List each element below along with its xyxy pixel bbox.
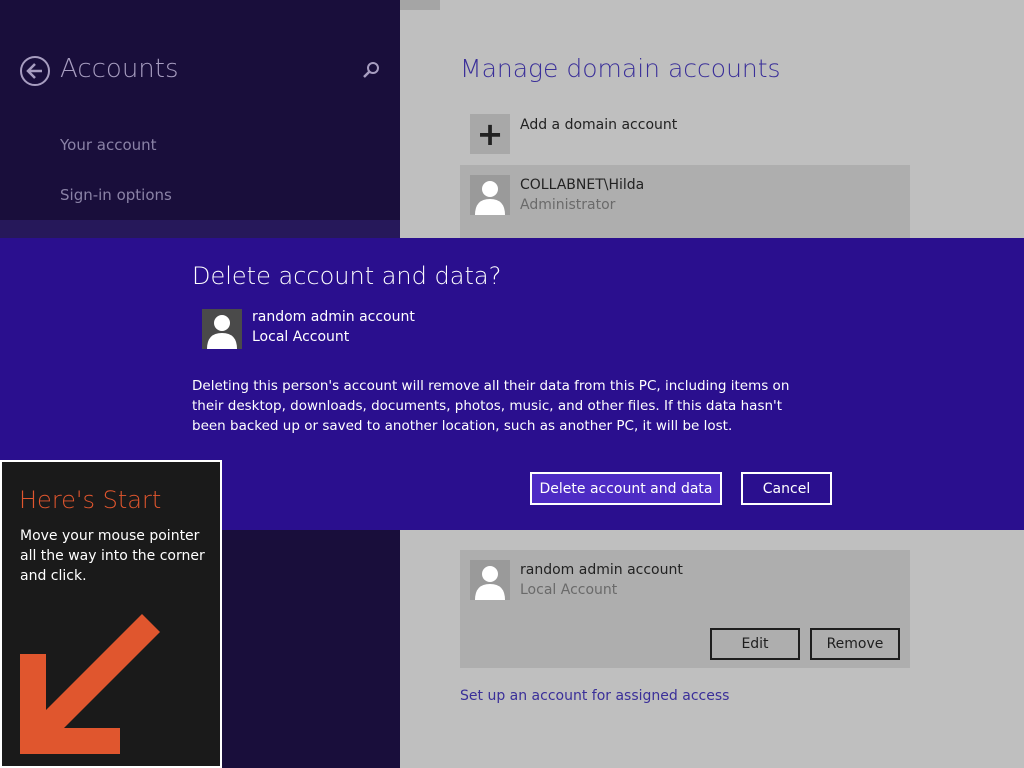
search-button[interactable] [360, 60, 382, 82]
user-avatar-icon [202, 309, 242, 349]
dialog-title: Delete account and data? [192, 262, 502, 290]
add-domain-account-label[interactable]: Add a domain account [520, 117, 677, 133]
back-arrow-icon [26, 63, 42, 79]
account-type: Local Account [520, 582, 618, 598]
remove-button[interactable]: Remove [810, 628, 900, 660]
dialog-account-type: Local Account [252, 329, 350, 345]
user-avatar-icon [470, 175, 510, 215]
tip-title: Here's Start [19, 486, 162, 514]
assigned-access-link[interactable]: Set up an account for assigned access [460, 688, 729, 704]
pane-title: Accounts [60, 54, 179, 84]
edit-button[interactable]: Edit [710, 628, 800, 660]
nav-item-sign-in-options[interactable]: Sign-in options [60, 186, 172, 204]
account-name: random admin account [520, 562, 683, 578]
dialog-message: Deleting this person's account will remo… [192, 378, 790, 434]
tip-body: Move your mouse pointer all the way into… [20, 528, 205, 584]
account-type: Administrator [520, 197, 616, 213]
nav-item-selected-highlight [0, 220, 400, 238]
account-tile-partial [400, 0, 440, 10]
account-card-hilda[interactable]: COLLABNET\Hilda Administrator [460, 165, 910, 238]
plus-icon: + [476, 115, 504, 153]
back-button[interactable] [20, 56, 50, 86]
add-domain-account-button[interactable]: + [470, 114, 510, 154]
corner-arrow-icon [20, 614, 160, 754]
delete-account-button[interactable]: Delete account and data [530, 472, 722, 505]
account-card-random-admin[interactable]: random admin account Local Account Edit … [460, 550, 910, 668]
content-title: Manage domain accounts [460, 54, 781, 83]
cancel-button[interactable]: Cancel [741, 472, 832, 505]
dialog-account-name: random admin account [252, 309, 415, 325]
start-tip-flyout[interactable]: Here's Start Move your mouse pointer all… [0, 460, 222, 768]
search-icon [363, 62, 379, 78]
account-name: COLLABNET\Hilda [520, 177, 645, 193]
user-avatar-icon [470, 560, 510, 600]
nav-item-your-account[interactable]: Your account [60, 136, 157, 154]
